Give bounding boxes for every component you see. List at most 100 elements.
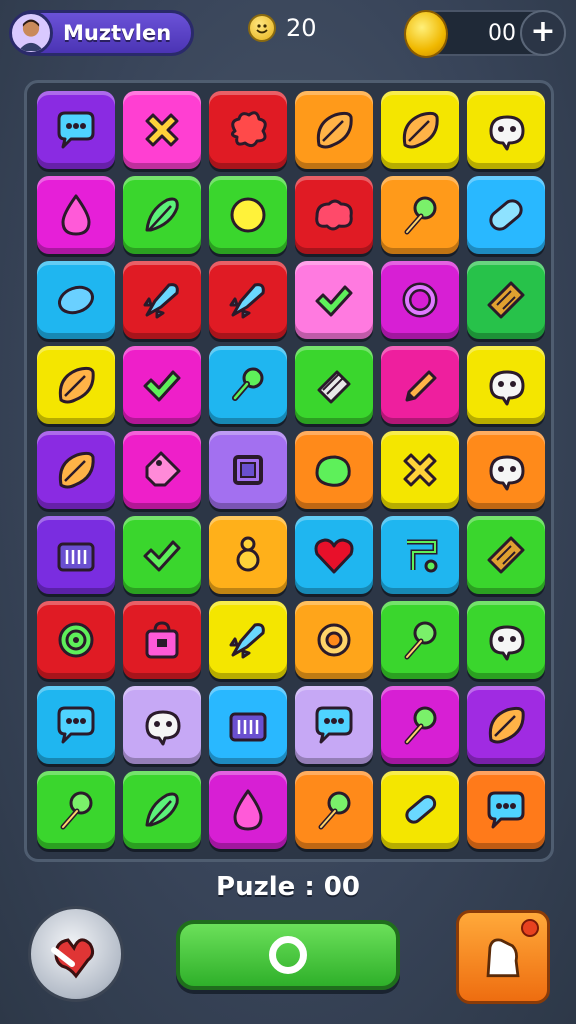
- board-tile[interactable]: [37, 176, 115, 254]
- board-tile[interactable]: [123, 771, 201, 849]
- puzzle-label: Puzle : 00: [216, 872, 360, 902]
- chat-bubble-icon: [315, 706, 353, 744]
- board-tile[interactable]: [295, 516, 373, 594]
- board-tile[interactable]: [209, 346, 287, 424]
- board-tile[interactable]: [467, 261, 545, 339]
- chat-bubble-icon: [57, 111, 95, 149]
- basket-icon: [57, 542, 95, 572]
- coin-value: 00: [488, 21, 516, 46]
- rocket-icon: [143, 283, 179, 319]
- flower-icon: [404, 196, 437, 235]
- board-tile[interactable]: [381, 771, 459, 849]
- add-coins-button[interactable]: +: [520, 10, 566, 56]
- hint-button[interactable]: [28, 906, 124, 1002]
- board-tile[interactable]: [381, 346, 459, 424]
- coin-counter: 00 +: [404, 10, 566, 58]
- board-tile[interactable]: [123, 686, 201, 764]
- board-tile[interactable]: [467, 431, 545, 509]
- feather-icon: [145, 792, 179, 827]
- board-tile[interactable]: [295, 431, 373, 509]
- board-tile[interactable]: [295, 771, 373, 849]
- clip-icon: [405, 795, 437, 824]
- check-icon: [143, 370, 181, 402]
- board-tile[interactable]: [123, 431, 201, 509]
- board-tile[interactable]: [209, 771, 287, 849]
- board-tile[interactable]: [467, 601, 545, 679]
- wood-icon: [487, 281, 525, 319]
- flower-icon: [404, 706, 437, 745]
- creature-icon: [489, 370, 525, 406]
- board-tile[interactable]: [467, 771, 545, 849]
- board-tile[interactable]: [467, 91, 545, 169]
- board-tile[interactable]: [209, 261, 287, 339]
- avatar[interactable]: [9, 11, 53, 55]
- drop-icon: [233, 789, 263, 831]
- target-icon: [58, 622, 94, 658]
- board-tile[interactable]: [381, 686, 459, 764]
- board-tile[interactable]: [123, 516, 201, 594]
- board-tile[interactable]: [295, 601, 373, 679]
- board-tile[interactable]: [209, 431, 287, 509]
- coin-icon: [404, 10, 448, 58]
- board-tile[interactable]: [37, 771, 115, 849]
- tile-grid: [37, 91, 545, 849]
- board-tile[interactable]: [37, 261, 115, 339]
- board-tile[interactable]: [209, 91, 287, 169]
- board-tile[interactable]: [123, 601, 201, 679]
- board-tile[interactable]: [123, 91, 201, 169]
- rocket-icon: [229, 283, 265, 319]
- smiley-icon: [248, 14, 276, 42]
- leaf-icon: [402, 111, 439, 149]
- board-tile[interactable]: [467, 346, 545, 424]
- heart-icon: [314, 538, 354, 574]
- board-tile[interactable]: [381, 91, 459, 169]
- board-tile[interactable]: [209, 601, 287, 679]
- board-tile[interactable]: [37, 686, 115, 764]
- shop-button[interactable]: [456, 910, 550, 1004]
- board-tile[interactable]: [467, 686, 545, 764]
- board-tile[interactable]: [123, 176, 201, 254]
- music-icon: [407, 539, 438, 573]
- creature-icon: [489, 455, 525, 491]
- board-tile[interactable]: [37, 431, 115, 509]
- board-tile[interactable]: [381, 176, 459, 254]
- board-tile[interactable]: [381, 261, 459, 339]
- board-tile[interactable]: [295, 346, 373, 424]
- game-board: [24, 80, 554, 862]
- board-tile[interactable]: [37, 91, 115, 169]
- ring-icon: [269, 936, 307, 974]
- board-tile[interactable]: [37, 346, 115, 424]
- board-tile[interactable]: [295, 261, 373, 339]
- board-tile[interactable]: [37, 516, 115, 594]
- lime-icon: [315, 455, 351, 487]
- player-profile[interactable]: Muztvlen: [9, 10, 194, 56]
- board-tile[interactable]: [381, 516, 459, 594]
- play-button[interactable]: [176, 920, 400, 990]
- board-tile[interactable]: [37, 601, 115, 679]
- creature-icon: [489, 115, 525, 151]
- chat-bubble-icon: [57, 706, 95, 744]
- board-tile[interactable]: [381, 601, 459, 679]
- board-tile[interactable]: [467, 176, 545, 254]
- ring-icon: [402, 282, 438, 318]
- board-tile[interactable]: [381, 431, 459, 509]
- cross-icon: [403, 453, 437, 487]
- board-tile[interactable]: [123, 346, 201, 424]
- blob-icon: [315, 199, 353, 231]
- chat-bubble-icon: [487, 791, 525, 829]
- puzzle-piece-icon: [51, 938, 95, 979]
- flower-icon: [318, 791, 351, 830]
- wood-icon: [487, 536, 525, 574]
- board-tile[interactable]: [467, 516, 545, 594]
- board-tile[interactable]: [123, 261, 201, 339]
- creature-icon: [489, 625, 525, 661]
- board-tile[interactable]: [209, 686, 287, 764]
- board-tile[interactable]: [209, 516, 287, 594]
- flower-icon: [60, 791, 93, 830]
- board-tile[interactable]: [295, 176, 373, 254]
- board-tile[interactable]: [209, 176, 287, 254]
- board-tile[interactable]: [295, 91, 373, 169]
- bag-icon: [145, 621, 179, 659]
- board-tile[interactable]: [295, 686, 373, 764]
- lives-counter: 20: [248, 14, 317, 42]
